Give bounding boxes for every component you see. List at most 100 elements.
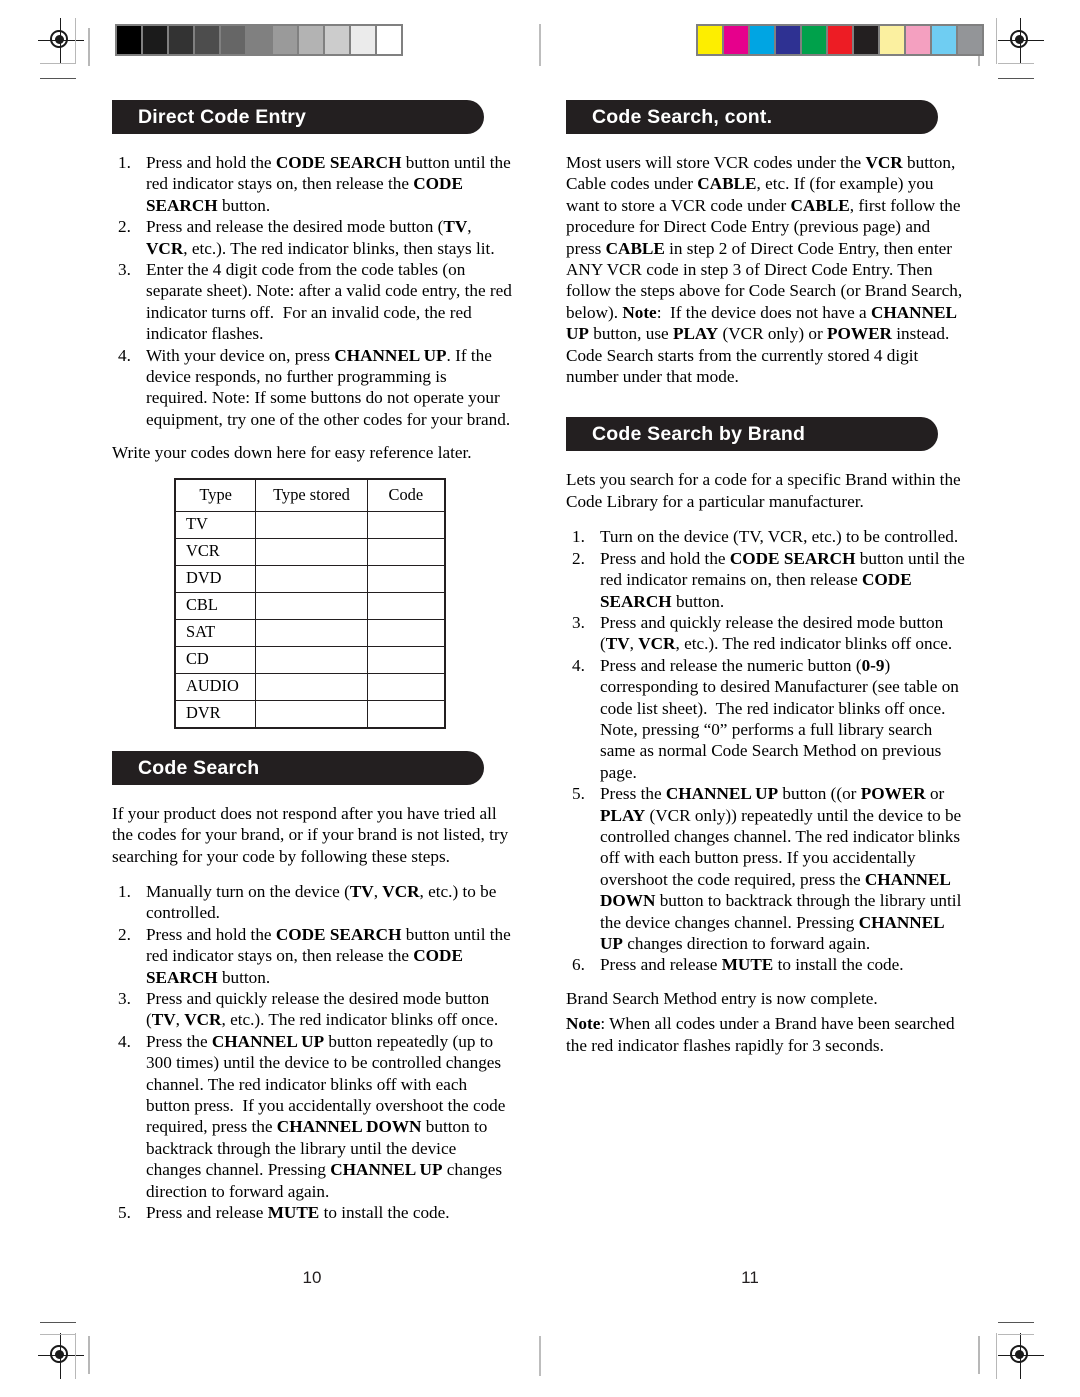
- section-header-direct-code-entry: Direct Code Entry: [112, 100, 484, 134]
- brand-search-complete-note: Brand Search Method entry is now complet…: [566, 988, 878, 1008]
- cell-type-stored[interactable]: [255, 618, 368, 647]
- page-number-right: 11: [741, 1268, 759, 1287]
- color-swatch-0: [698, 26, 722, 54]
- gutter-rule-bottom-right: [978, 1336, 980, 1374]
- gray-swatch-10: [377, 26, 401, 54]
- color-swatch-10: [958, 26, 982, 54]
- gray-swatch-4: [221, 26, 245, 54]
- color-swatch-8: [906, 26, 930, 54]
- list-item: Press and hold the CODE SEARCH button un…: [118, 924, 511, 987]
- direct-code-entry-step-list: Press and hold the CODE SEARCH button un…: [112, 152, 512, 430]
- trim-rule-bottom-right: [998, 1322, 1034, 1323]
- list-item: Press the CHANNEL UP button ((or POWER o…: [572, 783, 962, 953]
- corner-rule-bottom-left-horizontal: [40, 1334, 76, 1335]
- cell-type-stored[interactable]: [255, 672, 368, 701]
- color-swatch-1: [724, 26, 748, 54]
- list-item: Enter the 4 digit code from the code tab…: [118, 259, 512, 344]
- list-item: With your device on, press CHANNEL UP. I…: [118, 345, 511, 429]
- registration-mark-bottom-right: [998, 1333, 1044, 1379]
- list-item: Press and release the desired mode butto…: [118, 216, 495, 258]
- cell-code[interactable]: [366, 672, 446, 701]
- cell-code[interactable]: [366, 564, 446, 593]
- cell-device-type: VCR: [174, 537, 257, 566]
- cell-type-stored[interactable]: [255, 645, 368, 674]
- table-row: VCR: [174, 537, 446, 566]
- table-row: CD: [174, 645, 446, 674]
- cell-device-type: DVD: [174, 564, 257, 593]
- brand-search-final-note: Note: When all codes under a Brand have …: [566, 1014, 955, 1055]
- registration-mark-top-left: [38, 18, 84, 64]
- table-row: AUDIO: [174, 672, 446, 701]
- cell-device-type: AUDIO: [174, 672, 257, 701]
- cell-code[interactable]: [366, 591, 446, 620]
- corner-rule-bottom-left-vertical: [75, 1333, 76, 1379]
- cell-type-stored[interactable]: [255, 699, 368, 729]
- code-search-intro: If your product does not respond after y…: [112, 803, 509, 866]
- code-search-step-list: Manually turn on the device (TV, VCR, et…: [112, 881, 512, 1224]
- section-header-code-search-cont: Code Search, cont.: [566, 100, 938, 134]
- color-swatch-6: [854, 26, 878, 54]
- corner-rule-bottom-right-vertical: [996, 1333, 997, 1379]
- color-swatch-2: [750, 26, 774, 54]
- corner-rule-bottom-right-horizontal: [998, 1334, 1034, 1335]
- cell-type-stored[interactable]: [255, 510, 368, 539]
- cell-code[interactable]: [366, 537, 446, 566]
- cell-device-type: TV: [174, 510, 257, 539]
- cell-device-type: DVR: [174, 699, 257, 729]
- list-item: Press and hold the CODE SEARCH button un…: [572, 548, 965, 611]
- cell-device-type: SAT: [174, 618, 257, 647]
- list-item: Press and quickly release the desired mo…: [118, 988, 499, 1030]
- gutter-rule-bottom-left: [88, 1336, 90, 1374]
- registration-dot: [1015, 1350, 1024, 1359]
- table-row: SAT: [174, 618, 446, 647]
- gray-swatch-6: [273, 26, 297, 54]
- column-header-code: Code: [366, 478, 446, 512]
- list-item: Press and quickly release the desired mo…: [572, 612, 953, 654]
- corner-rule-top-left-vertical: [75, 18, 76, 64]
- cell-code[interactable]: [366, 645, 446, 674]
- color-swatch-4: [802, 26, 826, 54]
- column-header-type-stored: Type stored: [255, 478, 368, 512]
- gray-swatch-7: [299, 26, 323, 54]
- list-item: Press the CHANNEL UP button repeatedly (…: [118, 1031, 506, 1201]
- gray-swatch-0: [117, 26, 141, 54]
- registration-mark-bottom-left: [38, 1333, 84, 1379]
- cell-type-stored[interactable]: [255, 564, 368, 593]
- page-number-left: 10: [302, 1268, 322, 1287]
- list-item: Turn on the device (TV, VCR, etc.) to be…: [572, 526, 959, 548]
- user-code-table: Type Type stored Code TV VCR DVD CBL SAT: [174, 477, 446, 729]
- color-calibration-bar: [696, 24, 984, 56]
- code-search-cont-body: Most users will store VCR codes under th…: [566, 153, 963, 387]
- cell-device-type: CBL: [174, 591, 257, 620]
- color-swatch-9: [932, 26, 956, 54]
- left-page-column: Direct Code Entry Press and hold the COD…: [112, 100, 512, 1235]
- write-codes-note: Write your codes down here for easy refe…: [112, 443, 472, 463]
- registration-mark-top-right: [998, 18, 1044, 64]
- cell-type-stored[interactable]: [255, 591, 368, 620]
- table-row: TV: [174, 510, 446, 539]
- cell-type-stored[interactable]: [255, 537, 368, 566]
- registration-dot: [55, 35, 64, 44]
- cell-code[interactable]: [366, 510, 446, 539]
- registration-dot: [55, 1350, 64, 1359]
- column-header-type: Type: [174, 478, 257, 512]
- list-item: Press and hold the CODE SEARCH button un…: [118, 152, 511, 215]
- gray-swatch-1: [143, 26, 167, 54]
- right-page-column: Code Search, cont. Most users will store…: [566, 100, 966, 1070]
- section-header-code-search-by-brand: Code Search by Brand: [566, 417, 938, 452]
- center-gutter-divider-top: [539, 24, 541, 66]
- gutter-rule-top-left: [88, 28, 90, 66]
- brand-search-step-list: Turn on the device (TV, VCR, etc.) to be…: [566, 526, 966, 976]
- color-swatch-7: [880, 26, 904, 54]
- list-item: Manually turn on the device (TV, VCR, et…: [118, 881, 497, 923]
- list-item: Press and release MUTE to install the co…: [118, 1202, 450, 1224]
- gray-swatch-2: [169, 26, 193, 54]
- table-row: CBL: [174, 591, 446, 620]
- cell-code[interactable]: [366, 618, 446, 647]
- gray-swatch-5: [247, 26, 271, 54]
- corner-rule-top-left-horizontal: [40, 63, 76, 64]
- cell-code[interactable]: [366, 699, 446, 729]
- cell-device-type: CD: [174, 645, 257, 674]
- trim-rule-top-right: [998, 78, 1034, 79]
- corner-rule-top-right-vertical: [996, 18, 997, 64]
